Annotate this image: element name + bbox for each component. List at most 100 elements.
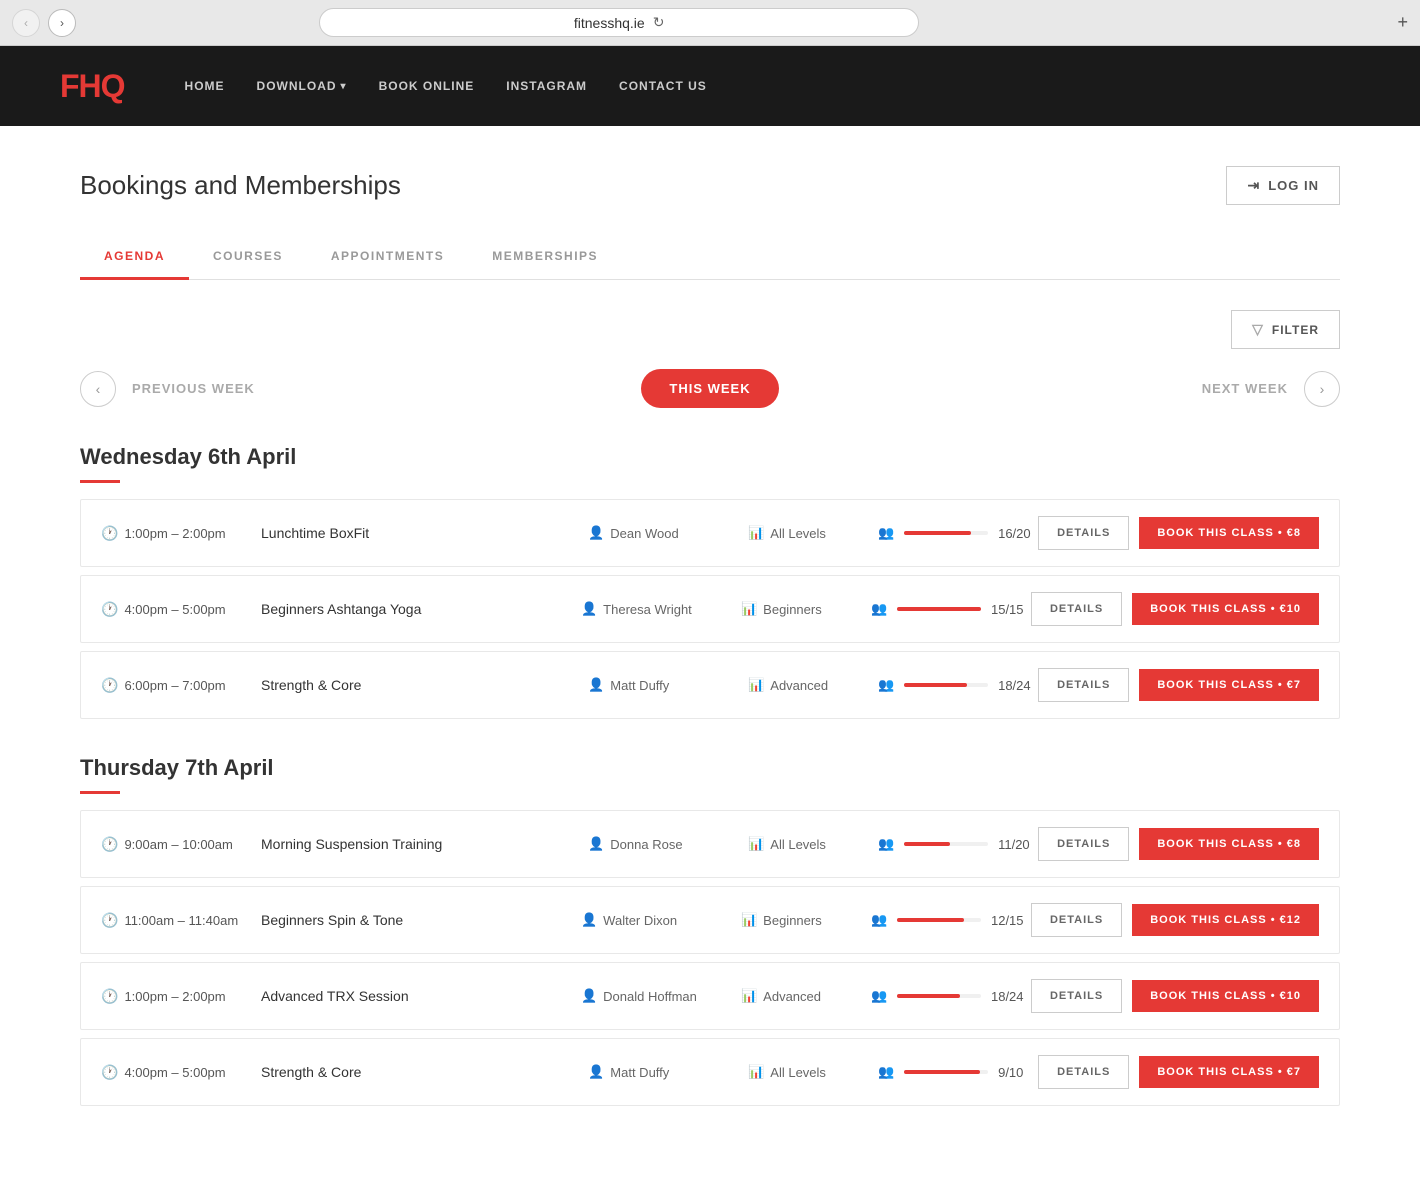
details-button[interactable]: DETAILS <box>1038 1055 1129 1089</box>
class-time: 🕐 1:00pm – 2:00pm <box>101 525 261 542</box>
capacity-icon: 👥 <box>871 912 887 928</box>
browser-back-btn[interactable]: ‹ <box>12 9 40 37</box>
nav-contact[interactable]: CONTACT US <box>619 79 707 93</box>
nav-home[interactable]: HOME <box>185 79 225 93</box>
level-text: All Levels <box>770 526 826 541</box>
filter-button[interactable]: ▽ FILTER <box>1231 310 1340 349</box>
capacity-bar <box>904 531 988 535</box>
capacity-count: 15/15 <box>991 602 1031 617</box>
capacity-icon: 👥 <box>878 836 894 852</box>
login-label: LOG IN <box>1268 178 1319 193</box>
nav-download[interactable]: DOWNLOAD ▾ <box>257 79 347 93</box>
nav-instagram[interactable]: INSTAGRAM <box>506 79 587 93</box>
class-level: 📊 Beginners <box>741 601 871 617</box>
bars-icon: 📊 <box>748 677 764 693</box>
instructor-name: Dean Wood <box>610 526 678 541</box>
class-time-text: 9:00am – 10:00am <box>124 837 232 852</box>
capacity-bar <box>904 842 988 846</box>
day-section-1: Thursday 7th April 🕐 9:00am – 10:00am Mo… <box>80 755 1340 1106</box>
person-icon: 👤 <box>588 836 604 852</box>
capacity-fill <box>904 683 967 687</box>
login-button[interactable]: ⇥ LOG IN <box>1226 166 1340 205</box>
class-name: Lunchtime BoxFit <box>261 525 588 541</box>
class-time: 🕐 11:00am – 11:40am <box>101 912 261 929</box>
this-week-button[interactable]: THIS WEEK <box>641 369 778 408</box>
level-text: Advanced <box>763 989 821 1004</box>
person-icon: 👤 <box>588 1064 604 1080</box>
class-level: 📊 All Levels <box>748 525 878 541</box>
clock-icon: 🕐 <box>101 988 118 1005</box>
instructor-name: Walter Dixon <box>603 913 677 928</box>
class-instructor: 👤 Matt Duffy <box>588 1064 748 1080</box>
prev-week-arrow[interactable]: ‹ <box>80 371 116 407</box>
capacity-fill <box>897 994 960 998</box>
book-class-button[interactable]: BOOK THIS CLASS • €8 <box>1139 517 1319 549</box>
tab-agenda[interactable]: AGENDA <box>80 235 189 280</box>
class-instructor: 👤 Walter Dixon <box>581 912 741 928</box>
clock-icon: 🕐 <box>101 836 118 853</box>
page-title: Bookings and Memberships <box>80 170 401 201</box>
capacity-icon: 👥 <box>878 525 894 541</box>
details-button[interactable]: DETAILS <box>1038 668 1129 702</box>
class-instructor: 👤 Dean Wood <box>588 525 748 541</box>
class-instructor: 👤 Donald Hoffman <box>581 988 741 1004</box>
class-row: 🕐 9:00am – 10:00am Morning Suspension Tr… <box>80 810 1340 878</box>
details-button[interactable]: DETAILS <box>1038 827 1129 861</box>
tab-courses[interactable]: COURSES <box>189 235 307 280</box>
browser-forward-btn[interactable]: › <box>48 9 76 37</box>
day-section-0: Wednesday 6th April 🕐 1:00pm – 2:00pm Lu… <box>80 444 1340 719</box>
level-text: Beginners <box>763 913 822 928</box>
class-level: 📊 All Levels <box>748 1064 878 1080</box>
add-tab-btn[interactable]: + <box>1397 12 1408 33</box>
instructor-name: Donna Rose <box>610 837 682 852</box>
nav-book-online[interactable]: BOOK ONLINE <box>379 79 475 93</box>
details-button[interactable]: DETAILS <box>1031 979 1122 1013</box>
class-capacity: 👥 18/24 <box>878 677 1038 693</box>
details-button[interactable]: DETAILS <box>1031 903 1122 937</box>
class-row: 🕐 4:00pm – 5:00pm Beginners Ashtanga Yog… <box>80 575 1340 643</box>
url-bar[interactable]: fitnesshq.ie ↻ <box>319 8 919 37</box>
url-text: fitnesshq.ie <box>574 15 645 31</box>
tab-memberships[interactable]: MEMBERSHIPS <box>468 235 622 280</box>
book-class-button[interactable]: BOOK THIS CLASS • €7 <box>1139 1056 1319 1088</box>
clock-icon: 🕐 <box>101 525 118 542</box>
class-time-text: 4:00pm – 5:00pm <box>124 602 225 617</box>
site-header: FHQ HOME DOWNLOAD ▾ BOOK ONLINE INSTAGRA… <box>0 46 1420 126</box>
next-week-label: NEXT WEEK <box>1202 381 1288 396</box>
person-icon: 👤 <box>588 525 604 541</box>
capacity-count: 16/20 <box>998 526 1038 541</box>
details-button[interactable]: DETAILS <box>1038 516 1129 550</box>
capacity-count: 9/10 <box>998 1065 1038 1080</box>
book-class-button[interactable]: BOOK THIS CLASS • €10 <box>1132 980 1319 1012</box>
instructor-name: Matt Duffy <box>610 1065 669 1080</box>
next-week-side: NEXT WEEK › <box>1040 371 1340 407</box>
book-class-button[interactable]: BOOK THIS CLASS • €7 <box>1139 669 1319 701</box>
logo-text: FHQ <box>60 68 125 104</box>
class-instructor: 👤 Theresa Wright <box>581 601 741 617</box>
capacity-count: 18/24 <box>998 678 1038 693</box>
class-row: 🕐 6:00pm – 7:00pm Strength & Core 👤 Matt… <box>80 651 1340 719</box>
class-time-text: 1:00pm – 2:00pm <box>124 989 225 1004</box>
tab-appointments[interactable]: APPOINTMENTS <box>307 235 468 280</box>
details-button[interactable]: DETAILS <box>1031 592 1122 626</box>
next-week-arrow[interactable]: › <box>1304 371 1340 407</box>
book-class-button[interactable]: BOOK THIS CLASS • €12 <box>1132 904 1319 936</box>
instructor-name: Donald Hoffman <box>603 989 697 1004</box>
capacity-count: 12/15 <box>991 913 1031 928</box>
day-underline-0 <box>80 480 120 483</box>
page-header: Bookings and Memberships ⇥ LOG IN <box>80 166 1340 205</box>
capacity-fill <box>904 531 971 535</box>
capacity-fill <box>897 918 964 922</box>
bars-icon: 📊 <box>748 525 764 541</box>
site-nav: HOME DOWNLOAD ▾ BOOK ONLINE INSTAGRAM CO… <box>185 79 707 93</box>
class-level: 📊 Advanced <box>748 677 878 693</box>
login-icon: ⇥ <box>1247 177 1260 194</box>
class-time: 🕐 9:00am – 10:00am <box>101 836 261 853</box>
book-class-button[interactable]: BOOK THIS CLASS • €10 <box>1132 593 1319 625</box>
book-class-button[interactable]: BOOK THIS CLASS • €8 <box>1139 828 1319 860</box>
reload-btn[interactable]: ↻ <box>653 14 665 31</box>
class-name: Advanced TRX Session <box>261 988 581 1004</box>
clock-icon: 🕐 <box>101 1064 118 1081</box>
class-time: 🕐 6:00pm – 7:00pm <box>101 677 261 694</box>
capacity-bar <box>897 994 981 998</box>
